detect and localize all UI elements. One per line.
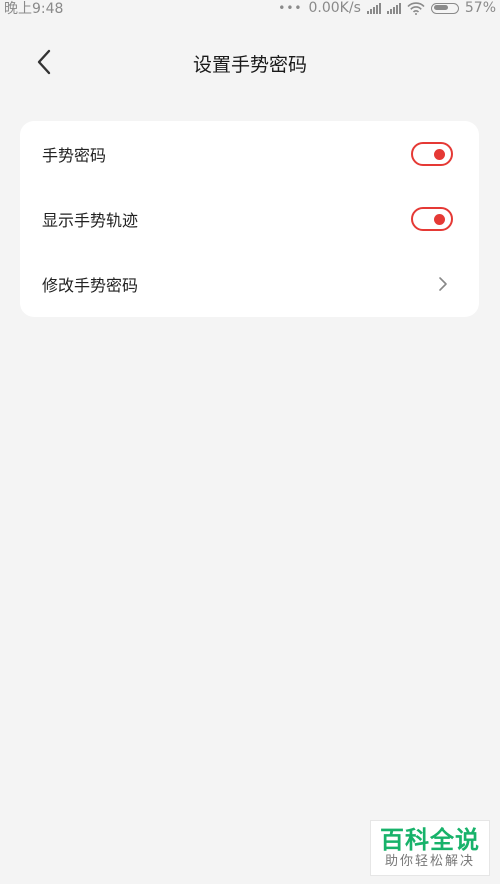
watermark-logo: 百科全说 助你轻松解决 — [370, 820, 490, 876]
watermark-subtitle: 助你轻松解决 — [384, 854, 475, 869]
page-title: 设置手势密码 — [192, 54, 307, 76]
status-time: 晚上9:48 — [4, 1, 64, 17]
watermark-title: 百科全说 — [380, 826, 480, 854]
notification-dots: ••• — [278, 1, 303, 15]
status-bar: 晚上9:48 ••• 0.00K/s 57% — [0, 0, 500, 17]
setting-row-modify-password[interactable]: 修改手势密码 — [20, 252, 479, 316]
chevron-right-icon — [439, 277, 447, 291]
show-trail-toggle[interactable] — [411, 207, 453, 231]
header: 设置手势密码 — [0, 38, 500, 86]
setting-label: 手势密码 — [42, 146, 107, 165]
toggle-knob — [434, 148, 445, 160]
settings-card: 手势密码 显示手势轨迹 修改手势密码 — [20, 121, 479, 317]
network-speed: 0.00K/s — [308, 0, 361, 16]
signal-1-icon — [366, 2, 381, 14]
battery-icon — [430, 2, 459, 14]
setting-row-show-trail[interactable]: 显示手势轨迹 — [20, 187, 479, 251]
setting-label: 显示手势轨迹 — [42, 211, 139, 230]
setting-label: 修改手势密码 — [42, 276, 139, 295]
gesture-password-toggle[interactable] — [411, 142, 453, 166]
battery-percent: 57% — [464, 0, 496, 16]
status-indicators: ••• 0.00K/s 57% — [278, 0, 496, 16]
setting-row-gesture-password[interactable]: 手势密码 — [20, 122, 479, 186]
signal-2-icon — [386, 2, 401, 14]
toggle-knob — [434, 213, 445, 225]
wifi-icon — [407, 1, 425, 15]
